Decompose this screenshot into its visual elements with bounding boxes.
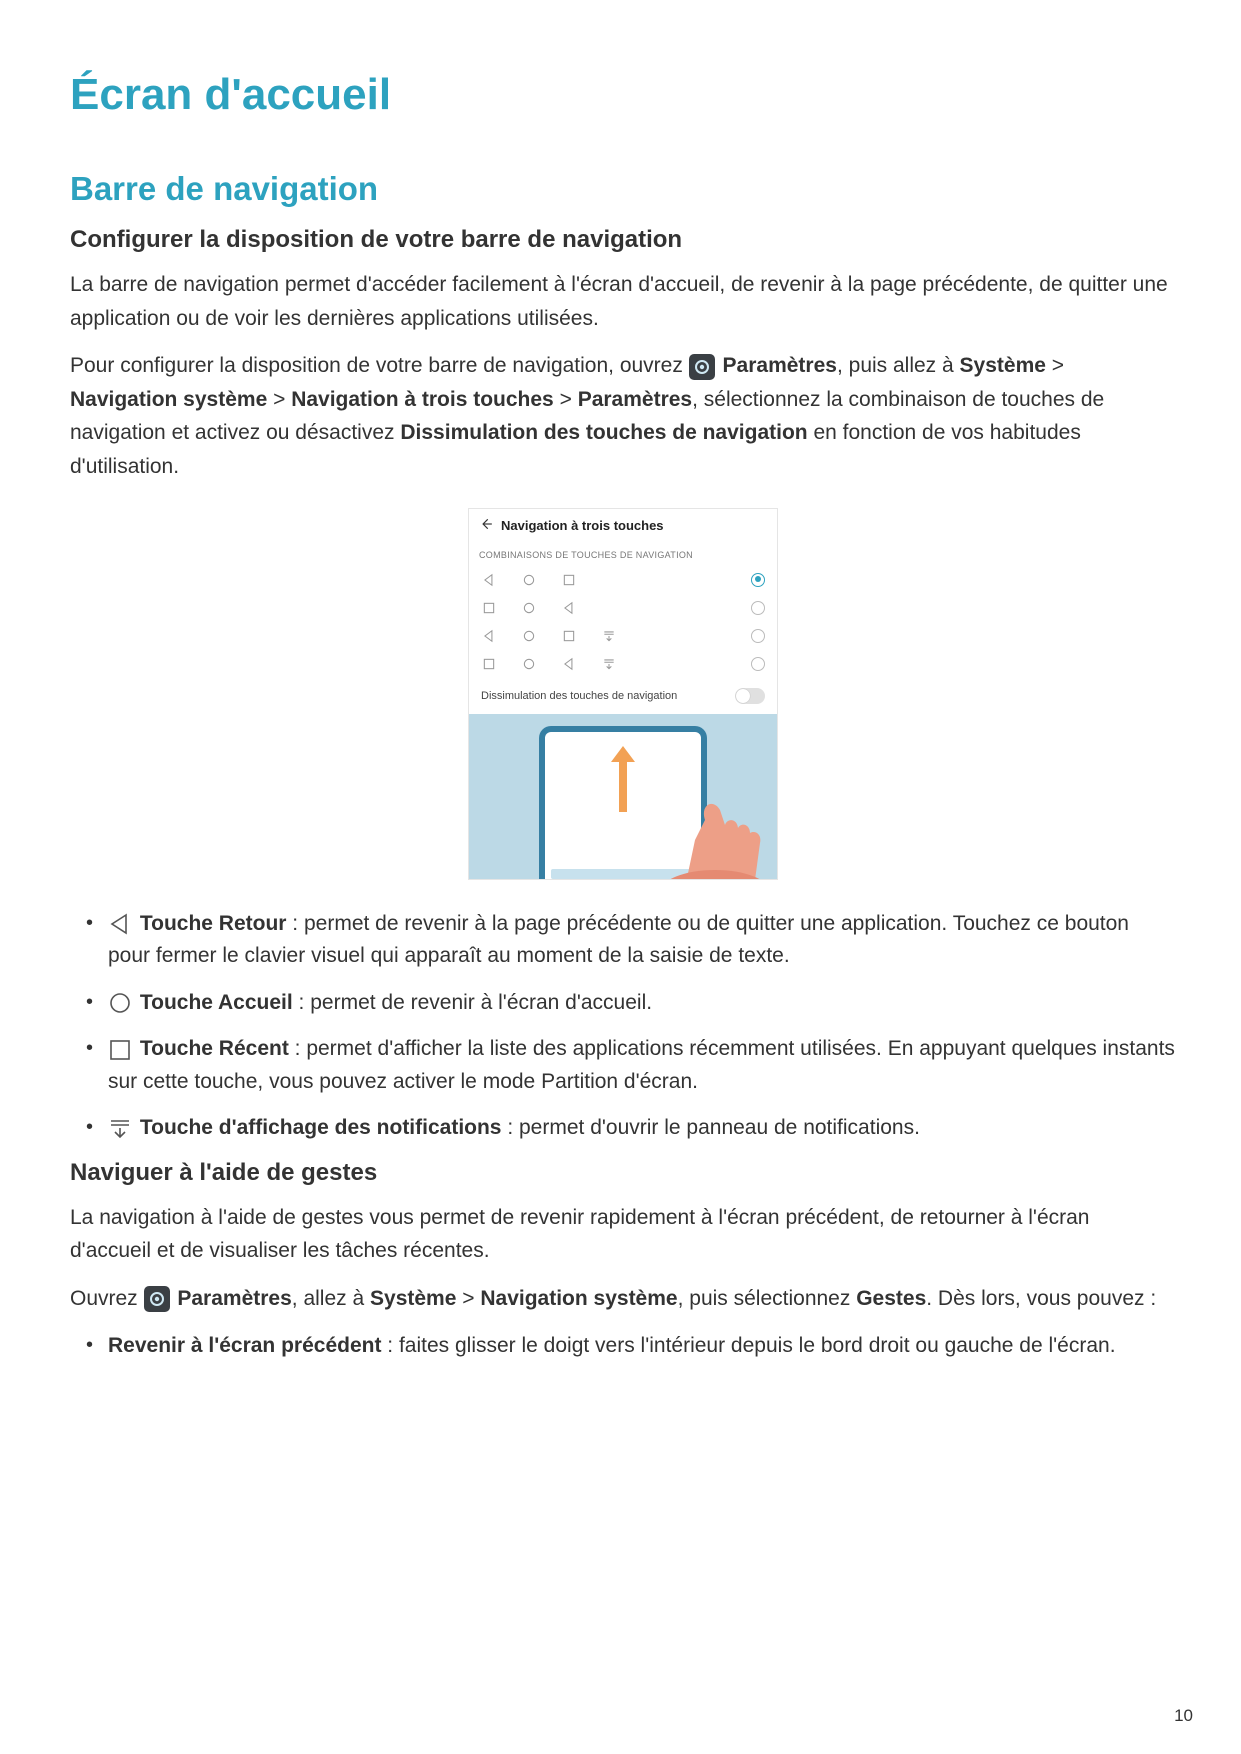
page-title: Écran d'accueil	[70, 70, 1176, 120]
bullet-title: Revenir à l'écran précédent	[108, 1334, 381, 1357]
label-nav3: Navigation à trois touches	[291, 388, 554, 411]
label-parametres: Paramètres	[723, 354, 837, 377]
home-circle-icon	[521, 600, 537, 616]
paragraph: La barre de navigation permet d'accéder …	[70, 268, 1176, 335]
text: , puis sélectionnez	[678, 1287, 857, 1310]
back-triangle-icon	[481, 628, 497, 644]
key-list: Touche Retour : permet de revenir à la p…	[82, 908, 1176, 1145]
back-triangle-icon	[481, 572, 497, 588]
recent-square-icon	[561, 628, 577, 644]
text: . Dès lors, vous pouvez :	[926, 1287, 1156, 1310]
back-triangle-icon	[561, 600, 577, 616]
gesture-illustration	[469, 714, 777, 879]
list-item: Revenir à l'écran précédent : faites gli…	[86, 1330, 1176, 1363]
list-item: Touche d'affichage des notifications : p…	[86, 1112, 1176, 1145]
label-gestes: Gestes	[856, 1287, 926, 1310]
text: >	[1046, 354, 1064, 377]
settings-gear-icon	[689, 354, 715, 380]
page-number: 10	[1174, 1706, 1193, 1726]
document-page: Écran d'accueil Barre de navigation Conf…	[0, 0, 1241, 1754]
text: >	[554, 388, 578, 411]
recent-square-icon	[561, 572, 577, 588]
list-item: Touche Récent : permet d'afficher la lis…	[86, 1033, 1176, 1098]
recent-square-icon	[108, 1038, 132, 1062]
text: >	[267, 388, 291, 411]
text: Ouvrez	[70, 1287, 144, 1310]
key-desc: : permet de revenir à l'écran d'accueil.	[293, 991, 652, 1014]
notification-pull-icon	[601, 656, 617, 672]
radio-icon	[751, 657, 765, 671]
key-title: Touche Retour	[140, 912, 287, 935]
recent-square-icon	[481, 600, 497, 616]
up-arrow-icon	[609, 742, 637, 817]
key-title: Touche d'affichage des notifications	[140, 1116, 502, 1139]
notification-pull-icon	[108, 1117, 132, 1141]
bullet-desc: : faites glisser le doigt vers l'intérie…	[381, 1334, 1115, 1357]
text: , allez à	[292, 1287, 370, 1310]
gesture-list: Revenir à l'écran précédent : faites gli…	[82, 1330, 1176, 1363]
key-title: Touche Accueil	[140, 991, 293, 1014]
label-systeme: Système	[960, 354, 1046, 377]
subsection-heading-1: Configurer la disposition de votre barre…	[70, 226, 1176, 254]
subsection-heading-2: Naviguer à l'aide de gestes	[70, 1159, 1176, 1187]
nav-combo-row	[469, 650, 777, 678]
back-triangle-icon	[108, 912, 132, 936]
settings-gear-icon	[144, 1286, 170, 1312]
toggle-off-icon	[735, 688, 765, 704]
label-parametres2: Paramètres	[578, 388, 692, 411]
list-item: Touche Retour : permet de revenir à la p…	[86, 908, 1176, 973]
paragraph: Ouvrez Paramètres, allez à Système > Nav…	[70, 1282, 1176, 1316]
nav-combo-row	[469, 622, 777, 650]
paragraph: Pour configurer la disposition de votre …	[70, 349, 1176, 483]
recent-square-icon	[481, 656, 497, 672]
text: Pour configurer la disposition de votre …	[70, 354, 689, 377]
screenshot-title: Navigation à trois touches	[501, 518, 664, 533]
home-circle-icon	[521, 572, 537, 588]
nav-combo-row	[469, 594, 777, 622]
radio-icon	[751, 601, 765, 615]
home-circle-icon	[108, 991, 132, 1015]
text: >	[456, 1287, 480, 1310]
home-circle-icon	[521, 628, 537, 644]
home-circle-icon	[521, 656, 537, 672]
label-dissimulation: Dissimulation des touches de navigation	[400, 421, 807, 444]
label-systeme: Système	[370, 1287, 456, 1310]
toggle-label: Dissimulation des touches de navigation	[481, 690, 677, 702]
nav-combo-row	[469, 566, 777, 594]
notification-pull-icon	[601, 628, 617, 644]
text: , puis allez à	[837, 354, 960, 377]
label-nav-systeme: Navigation système	[70, 388, 267, 411]
radio-selected-icon	[751, 573, 765, 587]
list-item: Touche Accueil : permet de revenir à l'é…	[86, 987, 1176, 1020]
section-heading: Barre de navigation	[70, 170, 1176, 208]
key-title: Touche Récent	[140, 1037, 289, 1060]
label-nav-systeme: Navigation système	[480, 1287, 677, 1310]
label-parametres: Paramètres	[177, 1287, 291, 1310]
hand-pointer-icon	[665, 780, 777, 879]
back-arrow-icon	[479, 517, 493, 534]
radio-icon	[751, 629, 765, 643]
key-desc: : permet d'ouvrir le panneau de notifica…	[502, 1116, 920, 1139]
paragraph: La navigation à l'aide de gestes vous pe…	[70, 1201, 1176, 1268]
screenshot-subtitle: COMBINAISONS DE TOUCHES DE NAVIGATION	[469, 544, 777, 566]
screenshot-illustration: Navigation à trois touches COMBINAISONS …	[468, 508, 778, 880]
back-triangle-icon	[561, 656, 577, 672]
